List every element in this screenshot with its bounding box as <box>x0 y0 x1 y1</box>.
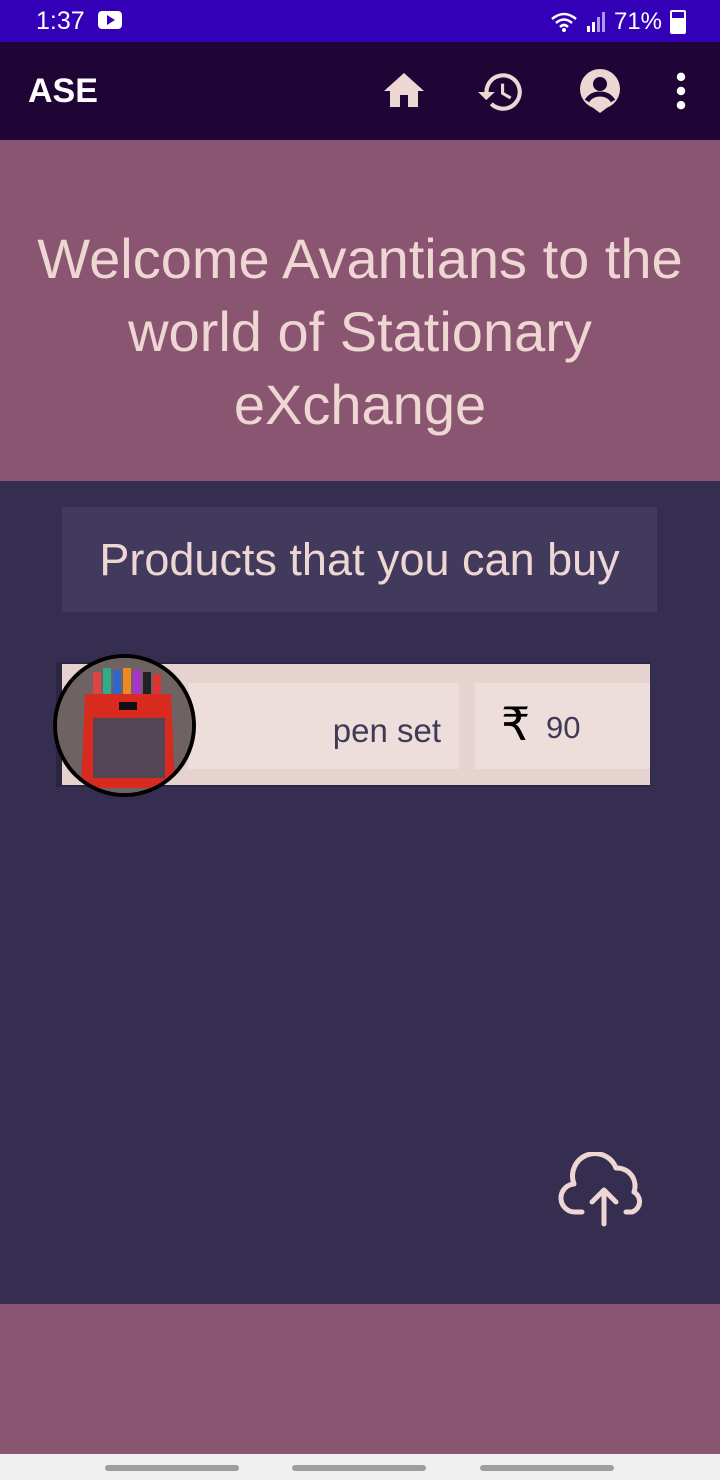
welcome-text: Welcome Avantians to the world of Statio… <box>37 227 683 436</box>
home-icon[interactable] <box>380 67 428 115</box>
history-icon[interactable] <box>476 67 526 117</box>
nav-back-pill[interactable] <box>480 1465 614 1471</box>
signal-icon <box>586 12 605 32</box>
status-bar: 1:37 71% <box>0 0 720 42</box>
footer-bar <box>0 1304 720 1454</box>
welcome-banner: Welcome Avantians to the world of Statio… <box>0 140 720 481</box>
youtube-notification-icon <box>98 11 122 29</box>
app-title: ASE <box>28 72 98 110</box>
status-time: 1:37 <box>36 7 85 35</box>
battery-icon <box>670 10 686 34</box>
nav-home-pill[interactable] <box>292 1465 426 1471</box>
cloud-upload-icon[interactable] <box>558 1152 650 1228</box>
account-icon[interactable] <box>576 67 624 115</box>
system-nav-bar <box>0 1454 720 1480</box>
nav-recents-pill[interactable] <box>105 1465 239 1471</box>
product-image <box>53 654 196 797</box>
more-vert-icon[interactable] <box>664 67 698 115</box>
section-title: Products that you can buy <box>62 507 657 612</box>
product-name-box: pen set <box>188 683 459 769</box>
product-price-box: ₹ 90 <box>475 683 650 769</box>
system-icons: 71% <box>550 8 686 36</box>
app-bar: ASE <box>0 42 720 140</box>
battery-percent: 71% <box>613 8 662 35</box>
wifi-icon <box>551 12 577 32</box>
product-name: pen set <box>332 712 441 749</box>
rupee-icon: ₹ <box>501 697 531 751</box>
product-price: 90 <box>546 710 581 745</box>
